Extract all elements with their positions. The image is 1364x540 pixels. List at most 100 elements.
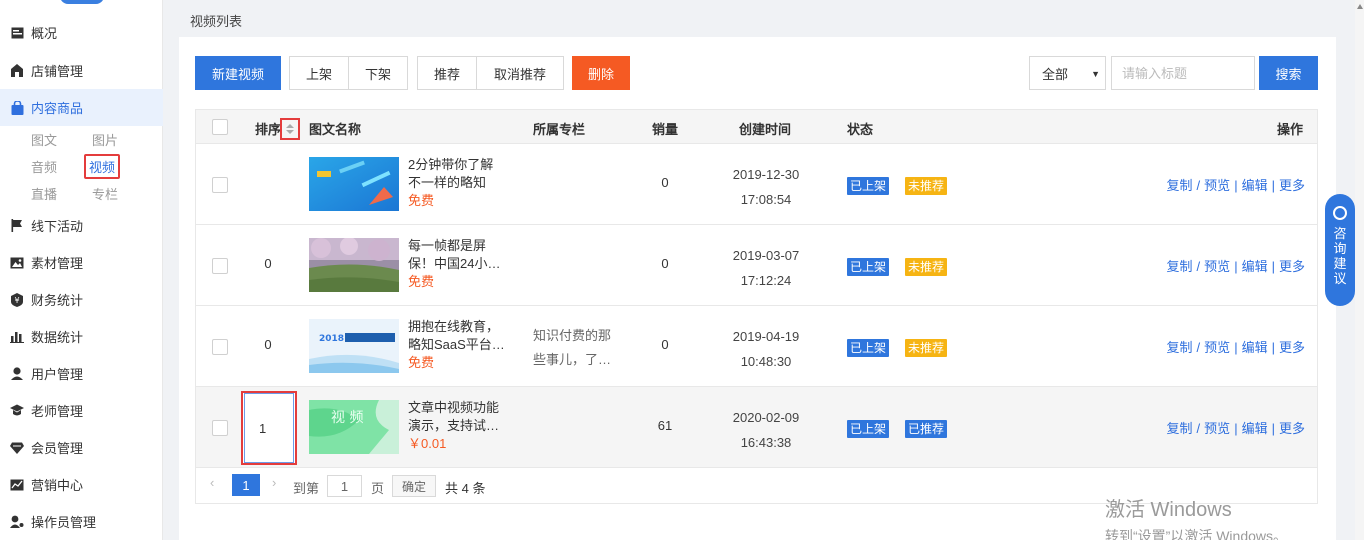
sidebar-item-label: 内容商品 <box>31 101 84 116</box>
header-status: 状态 <box>847 122 874 137</box>
row-actions: 复制 / 预览 | 编辑 | 更多 <box>1166 178 1305 193</box>
copy-link[interactable]: 复制 <box>1167 340 1193 355</box>
sub-menu-row: 音频 视频 <box>0 153 163 180</box>
goto-page-input[interactable]: 1 <box>327 475 362 497</box>
vertical-scrollbar[interactable] <box>1355 0 1364 540</box>
sort-toggle-icon[interactable] <box>280 118 300 140</box>
sub-item-article[interactable]: 图文 <box>31 130 57 149</box>
row-actions: 复制 / 预览 | 编辑 | 更多 <box>1166 340 1305 355</box>
video-thumbnail[interactable] <box>309 157 399 211</box>
sales-count: 0 <box>661 337 669 352</box>
more-link[interactable]: 更多 <box>1279 259 1305 274</box>
preview-link[interactable]: 预览 <box>1204 340 1230 355</box>
row-actions: 复制 / 预览 | 编辑 | 更多 <box>1166 259 1305 274</box>
search-button[interactable]: 搜索 <box>1259 56 1318 90</box>
svg-text:¥: ¥ <box>14 296 19 305</box>
sub-item-column[interactable]: 专栏 <box>92 184 118 203</box>
sidebar-item-material[interactable]: 素材管理 <box>0 244 163 281</box>
status-filter-select[interactable]: 全部 ▼ <box>1029 56 1106 90</box>
video-title[interactable]: 每一帧都是屏 保！中国24小… 免费 <box>408 237 518 291</box>
sort-value[interactable]: 0 <box>253 337 283 352</box>
sidebar-item-overview[interactable]: 概况 <box>0 14 163 51</box>
table-row: 0 2018 拥抱在线教育， 略知SaaS平台… 免费 知识付费的那 些事儿，了… <box>196 306 1317 387</box>
more-link[interactable]: 更多 <box>1279 421 1305 436</box>
edit-link[interactable]: 编辑 <box>1242 259 1268 274</box>
header-actions: 操作 <box>1276 122 1303 137</box>
row-checkbox[interactable] <box>212 177 228 193</box>
sidebar-item-member[interactable]: 会员管理 <box>0 429 163 466</box>
scroll-up-icon[interactable] <box>1357 4 1363 9</box>
copy-link[interactable]: 复制 <box>1167 178 1193 193</box>
sub-item-video[interactable]: 视频 <box>84 154 121 179</box>
sidebar-item-label: 操作员管理 <box>31 515 97 530</box>
sales-count: 0 <box>661 175 669 190</box>
sidebar: 概况 店铺管理 内容商品 图文 图片 音频 视频 直播 专栏 线下活动 素材管理… <box>0 0 163 540</box>
thumb-year: 2018 <box>319 334 344 344</box>
sidebar-item-label: 素材管理 <box>31 256 84 271</box>
edit-link[interactable]: 编辑 <box>1242 340 1268 355</box>
row-checkbox[interactable] <box>212 339 228 355</box>
video-thumbnail[interactable] <box>309 238 399 292</box>
header-name: 图文名称 <box>309 122 362 137</box>
sidebar-item-label: 线下活动 <box>31 219 84 234</box>
sidebar-item-teacher[interactable]: 老师管理 <box>0 392 163 429</box>
edit-link[interactable]: 编辑 <box>1242 421 1268 436</box>
select-all-checkbox[interactable] <box>212 119 228 135</box>
sub-item-live[interactable]: 直播 <box>31 184 57 203</box>
created-time: 2019-03-07 17:12:24 <box>732 248 800 288</box>
next-page-icon[interactable]: › <box>272 475 276 490</box>
column-name[interactable]: 知识付费的那 些事儿，了… <box>533 324 621 372</box>
preview-link[interactable]: 预览 <box>1204 259 1230 274</box>
current-page-button[interactable]: 1 <box>232 474 260 496</box>
sidebar-item-label: 财务统计 <box>31 293 84 308</box>
yen-icon: ¥ <box>10 292 24 307</box>
cancel-recommend-button[interactable]: 取消推荐 <box>476 56 564 90</box>
sidebar-item-content[interactable]: 内容商品 <box>0 89 163 126</box>
sidebar-item-operator[interactable]: 操作员管理 <box>0 503 163 540</box>
more-link[interactable]: 更多 <box>1279 340 1305 355</box>
thumb-caption: 视 频 <box>331 410 363 426</box>
status-badge: 已上架 <box>847 177 890 195</box>
preview-link[interactable]: 预览 <box>1204 421 1230 436</box>
row-checkbox[interactable] <box>212 420 228 436</box>
copy-link[interactable]: 复制 <box>1167 259 1193 274</box>
list-off-button[interactable]: 下架 <box>348 56 408 90</box>
preview-link[interactable]: 预览 <box>1204 178 1230 193</box>
sidebar-item-offline[interactable]: 线下活动 <box>0 207 163 244</box>
copy-link[interactable]: 复制 <box>1167 421 1193 436</box>
bar-chart-icon <box>10 330 24 344</box>
delete-button[interactable]: 删除 <box>572 56 630 90</box>
sub-item-audio[interactable]: 音频 <box>31 157 57 176</box>
goto-confirm-button[interactable]: 确定 <box>392 475 436 497</box>
sidebar-item-finance[interactable]: ¥ 财务统计 <box>0 281 163 318</box>
sort-value[interactable]: 0 <box>253 256 283 271</box>
edit-link[interactable]: 编辑 <box>1242 178 1268 193</box>
video-thumbnail[interactable]: 视 频 <box>309 400 399 454</box>
sidebar-item-user[interactable]: 用户管理 <box>0 355 163 392</box>
row-actions: 复制 / 预览 | 编辑 | 更多 <box>1166 421 1305 436</box>
list-on-button[interactable]: 上架 <box>289 56 349 90</box>
consult-label: 咨询建议 <box>1333 226 1347 286</box>
recommend-badge: 未推荐 <box>905 177 948 195</box>
sidebar-item-marketing[interactable]: 营销中心 <box>0 466 163 503</box>
more-link[interactable]: 更多 <box>1279 178 1305 193</box>
sort-input[interactable]: 1 <box>244 393 294 463</box>
store-icon <box>10 64 24 78</box>
sidebar-item-label: 老师管理 <box>31 404 84 419</box>
search-input[interactable] <box>1111 56 1255 90</box>
new-video-button[interactable]: 新建视频 <box>195 56 281 90</box>
video-title[interactable]: 拥抱在线教育， 略知SaaS平台… 免费 <box>408 318 518 372</box>
table-row: 1 视 频 文章中视频功能 演示，支持试… ￥0.01 61 2020-02-0… <box>196 387 1317 468</box>
video-title[interactable]: 文章中视频功能 演示，支持试… ￥0.01 <box>408 399 518 453</box>
sub-item-picture[interactable]: 图片 <box>92 130 118 149</box>
sidebar-item-label: 营销中心 <box>31 478 84 493</box>
prev-page-icon[interactable]: ‹ <box>210 475 214 490</box>
sidebar-item-data[interactable]: 数据统计 <box>0 318 163 355</box>
sales-count: 61 <box>657 418 673 433</box>
recommend-button[interactable]: 推荐 <box>417 56 477 90</box>
video-title[interactable]: 2分钟带你了解 不一样的略知 免费 <box>408 156 518 210</box>
consult-feedback-tab[interactable]: 咨询建议 <box>1325 194 1355 306</box>
sidebar-item-store[interactable]: 店铺管理 <box>0 52 163 89</box>
video-thumbnail[interactable]: 2018 <box>309 319 399 373</box>
row-checkbox[interactable] <box>212 258 228 274</box>
